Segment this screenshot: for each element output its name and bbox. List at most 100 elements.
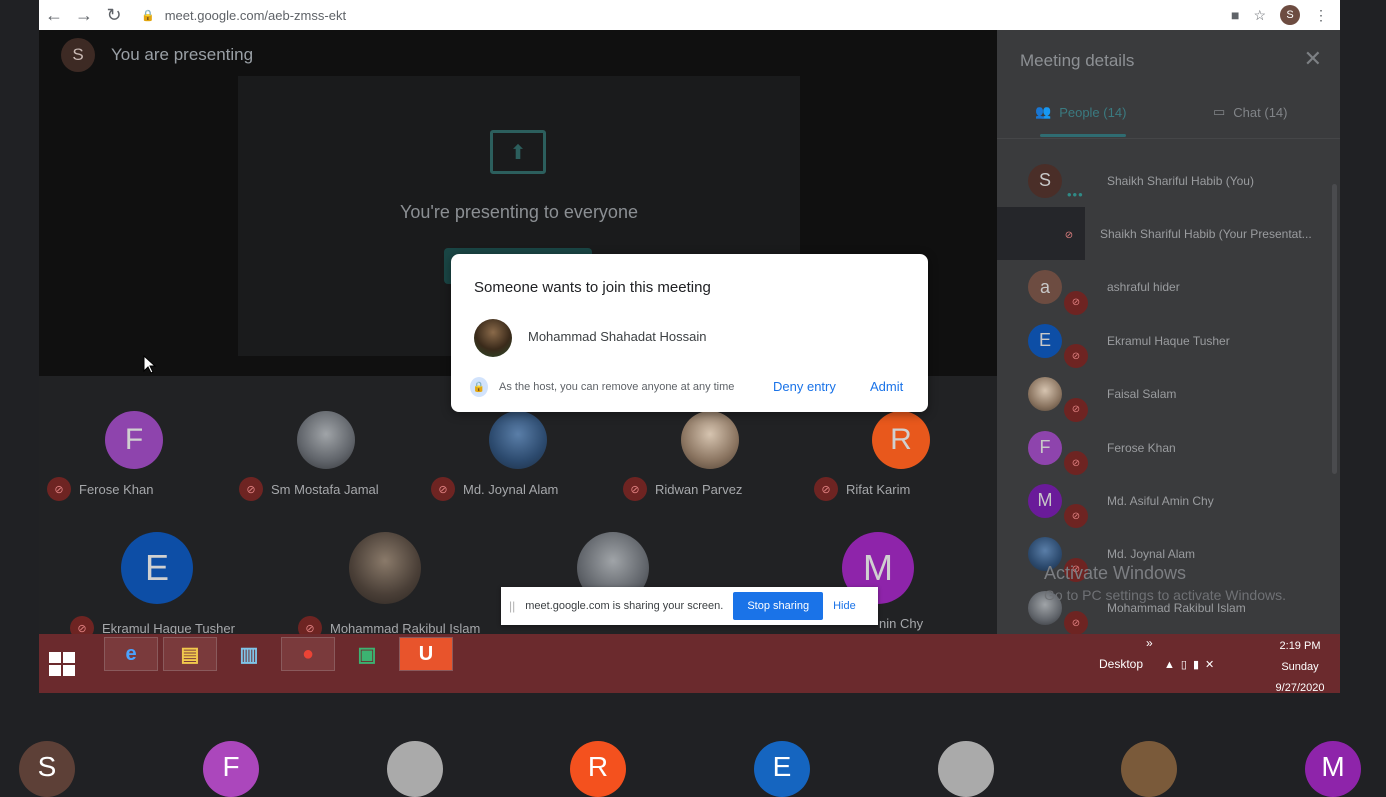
participant-tile[interactable]: R ⊘ Rifat Karim — [806, 411, 996, 531]
tab-chat[interactable]: ▭ Chat (14) — [1213, 104, 1288, 120]
browser-toolbar: ← → ↻ 🔒 meet.google.com/aeb-zmss-ekt ■ ☆… — [39, 0, 1340, 30]
share-message: meet.google.com is sharing your screen. — [525, 600, 724, 612]
participant-avatar[interactable] — [387, 741, 443, 797]
camera-icon[interactable]: ■ — [1231, 7, 1239, 23]
participant-tile[interactable]: ⊘ Sm Mostafa Jamal — [231, 411, 421, 531]
dialog-title: Someone wants to join this meeting — [474, 279, 711, 296]
menu-kebab-icon[interactable]: ⋮ — [1314, 7, 1328, 24]
speaking-indicator-icon: ••• — [1067, 187, 1084, 202]
people-list-item[interactable]: E ⊘ Ekramul Haque Tusher — [997, 314, 1333, 369]
panel-scrollbar[interactable] — [1332, 184, 1337, 474]
lock-icon: 🔒 — [141, 9, 155, 22]
participant-name-row: ⊘ Rifat Karim — [814, 477, 910, 501]
internet-explorer-icon[interactable]: e — [104, 637, 158, 671]
file-explorer-icon[interactable]: ▤ — [163, 637, 217, 671]
clock-time: 2:19 PM — [1279, 640, 1321, 652]
windows-start-icon[interactable] — [49, 652, 75, 676]
hide-button[interactable]: Hide — [833, 600, 856, 612]
people-list-item[interactable]: S ••• Shaikh Shariful Habib (You) — [997, 154, 1333, 207]
participant-avatar[interactable] — [938, 741, 994, 797]
left-margin — [0, 0, 39, 693]
system-tray-icons[interactable]: ▲▯▮✕ — [1164, 658, 1220, 671]
desktop-toolbar-label[interactable]: Desktop — [1099, 657, 1143, 671]
participant-name-row: ⊘nin Chy — [879, 616, 923, 631]
participant-tile[interactable]: ⊘ Ridwan Parvez — [615, 411, 805, 531]
mic-off-icon: ⊘ — [1064, 611, 1088, 634]
participant-avatar[interactable]: E — [754, 741, 810, 797]
participant-avatar[interactable]: S — [19, 741, 75, 797]
admit-button[interactable]: Admit — [870, 379, 903, 394]
participant-avatar[interactable]: M — [1305, 741, 1361, 797]
mic-off-icon: ⊘ — [431, 477, 455, 501]
requester-name: Mohammad Shahadat Hossain — [528, 329, 707, 344]
participant-name: Ridwan Parvez — [655, 481, 743, 497]
person-avatar: F — [1028, 430, 1062, 465]
participant-avatar[interactable]: F — [203, 741, 259, 797]
person-name: Ferose Khan — [1107, 440, 1176, 455]
tab-people-label: People (14) — [1059, 104, 1127, 120]
person-name: Faisal Salam — [1107, 387, 1177, 402]
people-list-item[interactable]: a ⊘ ashraful hider — [997, 261, 1333, 315]
person-name: Shaikh Shariful Habib (Your Presentat... — [1100, 226, 1312, 241]
address-bar[interactable]: 🔒 meet.google.com/aeb-zmss-ekt — [141, 8, 1231, 23]
people-list-item[interactable]: F ⊘ Ferose Khan — [997, 421, 1333, 475]
chat-icon: ▭ — [1213, 104, 1226, 119]
deny-entry-button[interactable]: Deny entry — [773, 379, 836, 394]
person-name: ashraful hider — [1107, 280, 1180, 295]
mic-off-icon: ⊘ — [239, 477, 263, 501]
participant-avatar[interactable]: R — [570, 741, 626, 797]
presenting-label: You are presenting — [111, 45, 254, 64]
participant-avatar[interactable] — [1121, 741, 1177, 797]
stop-sharing-button[interactable]: Stop sharing — [733, 592, 824, 620]
tray-overflow-icon[interactable]: » — [1146, 636, 1153, 650]
present-screen-icon: ⬆ — [490, 130, 546, 174]
presenter-bar: S You are presenting — [61, 38, 253, 72]
tab-chat-label: Chat (14) — [1233, 104, 1288, 120]
person-name: Shaikh Shariful Habib (You) — [1107, 173, 1254, 188]
store-icon[interactable]: ▣ — [340, 637, 394, 671]
people-icon: 👥 — [1035, 104, 1052, 119]
office-icon[interactable]: U — [399, 637, 453, 671]
person-avatar: S — [1028, 163, 1062, 198]
bookmark-star-icon[interactable]: ☆ — [1253, 7, 1266, 24]
mic-off-icon: ⊘ — [1064, 344, 1088, 369]
bottom-participant-strip: SFREM — [0, 693, 1386, 797]
people-list-item[interactable]: M ⊘ Md. Asiful Amin Chy — [997, 474, 1333, 529]
participant-name: Ferose Khan — [79, 481, 154, 497]
activate-windows-subtitle: Go to PC settings to activate Windows. — [1044, 587, 1286, 603]
profile-avatar[interactable]: S — [1280, 5, 1300, 25]
people-list-item[interactable]: ⊘ Shaikh Shariful Habib (Your Presentat..… — [997, 207, 1333, 261]
panel-title: Meeting details — [1020, 51, 1135, 70]
reload-icon[interactable]: ↻ — [99, 0, 129, 30]
shield-icon: 🔒 — [470, 377, 488, 397]
chrome-icon[interactable]: ● — [281, 637, 335, 671]
person-name: Ekramul Haque Tusher — [1107, 333, 1230, 348]
person-avatar: M — [1028, 483, 1062, 518]
participant-avatar — [489, 411, 547, 469]
participant-name: Md. Joynal Alam — [463, 481, 559, 497]
mouse-cursor-icon — [143, 355, 157, 374]
presenting-to-everyone-text: You're presenting to everyone — [400, 202, 638, 222]
participant-tile[interactable]: ⊘ Md. Joynal Alam — [423, 411, 613, 531]
forward-icon[interactable]: → — [69, 0, 99, 30]
host-note: As the host, you can remove anyone at an… — [499, 381, 735, 393]
close-icon[interactable]: ✕ — [1304, 46, 1322, 72]
active-tab-indicator — [1040, 134, 1126, 137]
people-list-item[interactable]: ⊘ Faisal Salam — [997, 368, 1333, 422]
activate-windows-title: Activate Windows — [1044, 563, 1187, 583]
participant-name-row: ⊘ Ferose Khan — [47, 477, 153, 501]
tab-people[interactable]: 👥 People (14) — [1035, 104, 1126, 120]
requester-avatar — [474, 319, 512, 357]
mic-off-icon: ⊘ — [1064, 504, 1088, 529]
drag-handle-icon[interactable]: || — [509, 599, 515, 613]
back-icon[interactable]: ← — [39, 0, 69, 30]
screen-share-bar: || meet.google.com is sharing your scree… — [501, 587, 878, 625]
participant-avatar: F — [105, 411, 163, 469]
city-app-icon[interactable]: ▥ — [222, 637, 276, 671]
person-avatar: a — [1028, 270, 1062, 305]
url-text: meet.google.com/aeb-zmss-ekt — [164, 7, 347, 23]
participant-tile[interactable]: F ⊘ Ferose Khan — [39, 411, 229, 531]
windows-taskbar: e ▤ ▥ ● ▣ U » Desktop ▲▯▮✕ 2:19 PM Sunda… — [39, 634, 1340, 694]
participant-name-row: ⊘ Md. Joynal Alam — [431, 477, 558, 501]
taskbar-clock[interactable]: 2:19 PM Sunday 9/27/2020 — [1261, 636, 1339, 699]
